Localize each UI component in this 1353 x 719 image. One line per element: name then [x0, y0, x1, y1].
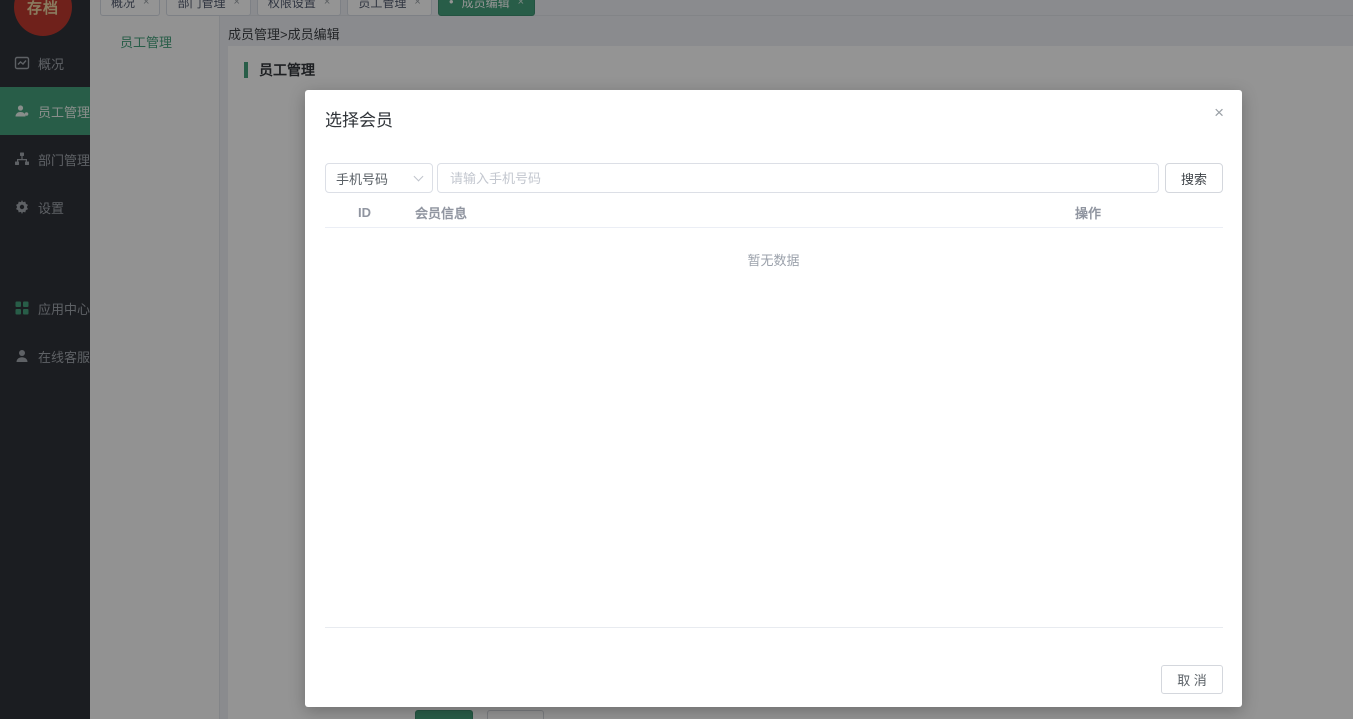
- close-icon[interactable]: ×: [1214, 104, 1224, 121]
- search-type-value: 手机号码: [336, 171, 389, 187]
- search-button[interactable]: 搜索: [1165, 163, 1223, 193]
- cancel-button[interactable]: 取 消: [1161, 665, 1223, 694]
- column-header-member-info: 会员信息: [415, 206, 468, 221]
- member-search-row: 手机号码 搜索: [325, 163, 1223, 193]
- chevron-down-icon: [413, 171, 424, 181]
- column-header-actions: 操作: [1075, 206, 1102, 221]
- select-member-dialog: 选择会员 × 手机号码 搜索 ID 会员信息 操作 暂无数据 取 消: [305, 90, 1242, 707]
- member-table-header: ID 会员信息 操作: [325, 198, 1223, 228]
- dialog-title: 选择会员: [325, 111, 393, 130]
- phone-search-input[interactable]: [437, 163, 1159, 193]
- search-type-select[interactable]: 手机号码: [325, 163, 433, 193]
- empty-state-text: 暂无数据: [747, 253, 800, 268]
- footer-divider: [325, 627, 1223, 628]
- column-header-id: ID: [358, 205, 371, 220]
